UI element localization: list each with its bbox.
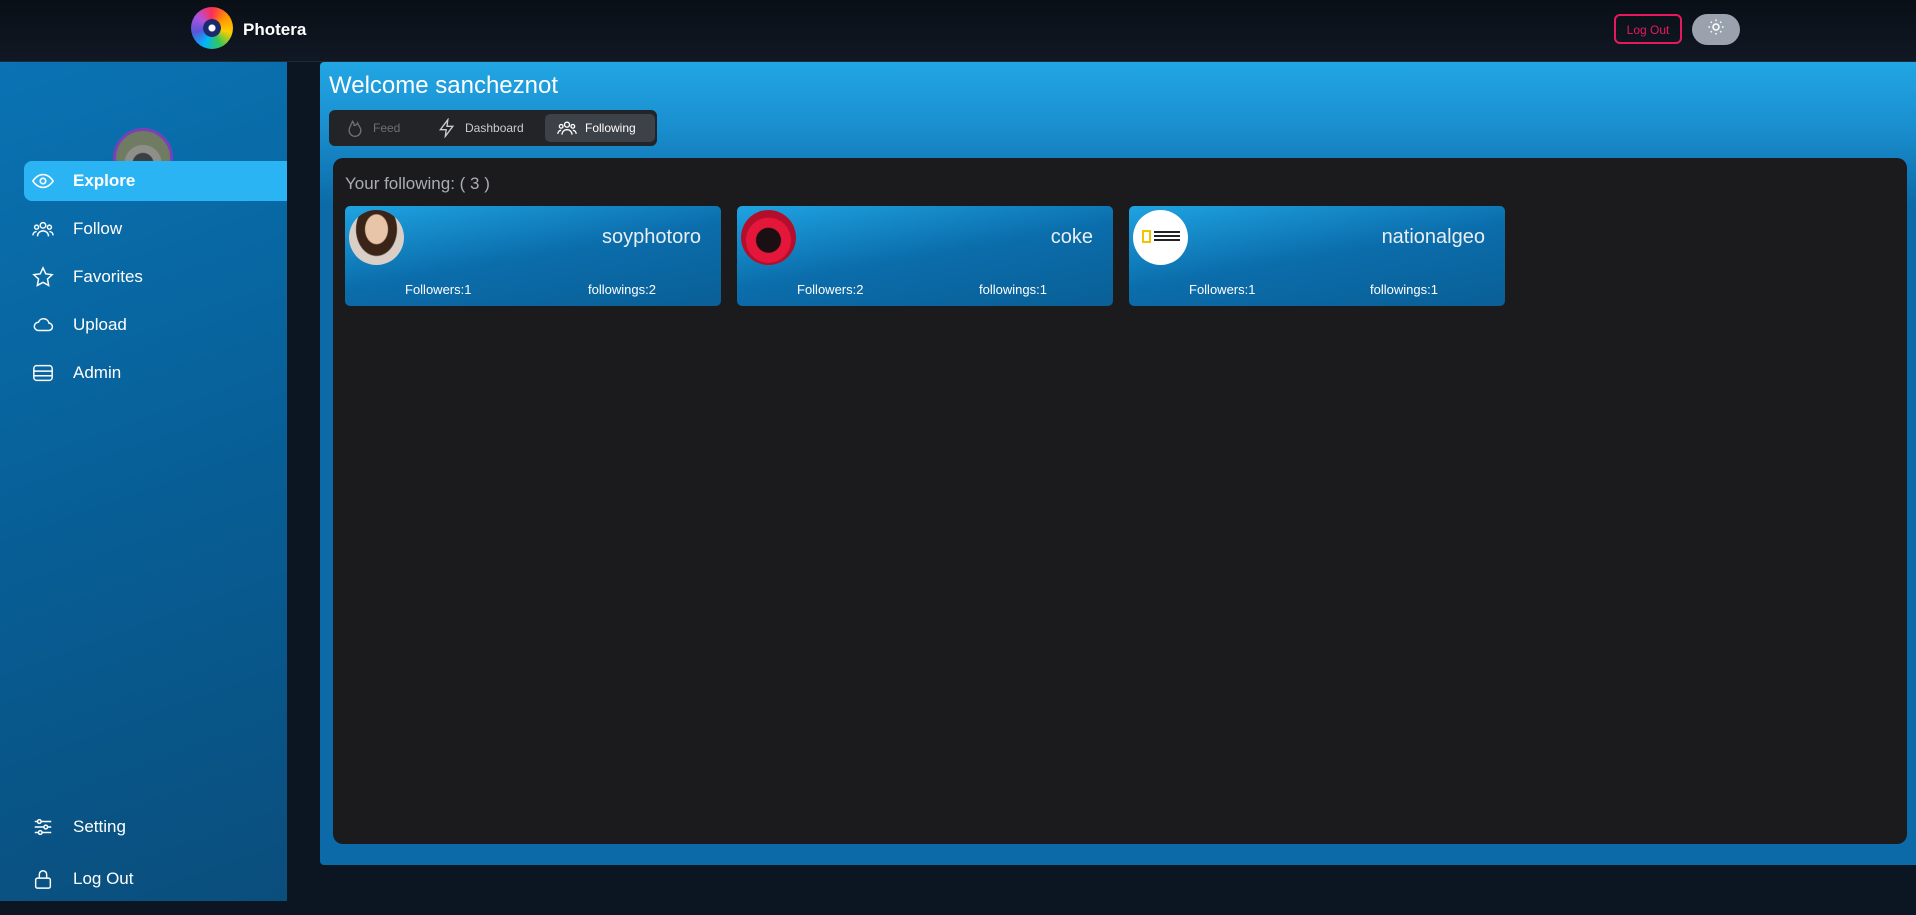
sidebar-item-label: Admin	[73, 363, 122, 382]
user-card[interactable]: coke Followers:2 followings:1	[737, 206, 1113, 306]
lock-icon	[32, 868, 54, 890]
sun-icon	[1707, 18, 1725, 41]
sidebar-item-setting[interactable]: Setting	[24, 807, 287, 847]
followings-count: followings:1	[1370, 282, 1438, 297]
users-icon	[557, 118, 577, 138]
sliders-icon	[32, 816, 54, 838]
top-bar: Photera Log Out	[0, 0, 1916, 62]
followings-count: followings:1	[979, 282, 1047, 297]
eye-icon	[32, 170, 54, 192]
sidebar-item-label: Favorites	[73, 267, 143, 286]
sidebar-item-label: Log Out	[73, 869, 134, 888]
card-username[interactable]: coke	[1051, 226, 1093, 249]
user-avatar[interactable]	[349, 210, 404, 265]
database-icon	[32, 362, 54, 384]
tab-following[interactable]: Following	[545, 114, 655, 142]
national-geographic-logo-icon	[1142, 230, 1151, 243]
star-icon	[32, 266, 54, 288]
sidebar-item-label: Follow	[73, 219, 123, 238]
logout-button[interactable]: Log Out	[1614, 14, 1682, 44]
brand-name[interactable]: Photera	[243, 20, 306, 40]
sidebar-item-follow[interactable]: Follow	[24, 209, 287, 249]
tab-feed[interactable]: Feed	[345, 114, 400, 142]
page-title: Welcome sancheznot	[329, 72, 559, 99]
followers-count: Followers:1	[405, 282, 472, 297]
tab-label: Feed	[373, 121, 401, 135]
tab-label: Dashboard	[465, 121, 524, 135]
sidebar-item-label: Upload	[73, 315, 127, 334]
card-username[interactable]: soyphotoro	[602, 226, 701, 249]
tab-dashboard[interactable]: Dashboard	[437, 114, 524, 142]
followers-count: Followers:2	[797, 282, 864, 297]
followers-count: Followers:1	[1189, 282, 1256, 297]
lightning-icon	[437, 118, 457, 138]
sidebar-item-admin[interactable]: Admin	[24, 353, 287, 393]
tab-label: Following	[585, 121, 636, 135]
followings-count: followings:2	[588, 282, 656, 297]
logo-text-lines	[1154, 231, 1180, 241]
sidebar-item-logout[interactable]: Log Out	[24, 859, 287, 899]
sidebar-item-label: Explore	[73, 171, 136, 190]
user-avatar[interactable]	[741, 210, 796, 265]
user-card[interactable]: nationalgeo Followers:1 followings:1	[1129, 206, 1505, 306]
theme-toggle[interactable]	[1692, 14, 1740, 45]
sidebar-item-label: Setting	[73, 817, 126, 836]
users-icon	[32, 218, 54, 240]
sidebar-item-explore[interactable]: Explore	[24, 161, 287, 201]
tab-bar: Feed Dashboard Following	[329, 110, 657, 146]
user-avatar[interactable]	[1133, 210, 1188, 265]
flame-icon	[345, 118, 365, 138]
following-count-title: Your following: ( 3 )	[345, 174, 490, 193]
cloud-icon	[32, 314, 54, 336]
sidebar-item-favorites[interactable]: Favorites	[24, 257, 287, 297]
card-username[interactable]: nationalgeo	[1382, 226, 1485, 249]
sidebar-item-upload[interactable]: Upload	[24, 305, 287, 345]
user-card[interactable]: soyphotoro Followers:1 followings:2	[345, 206, 721, 306]
photera-logo[interactable]	[191, 7, 233, 49]
